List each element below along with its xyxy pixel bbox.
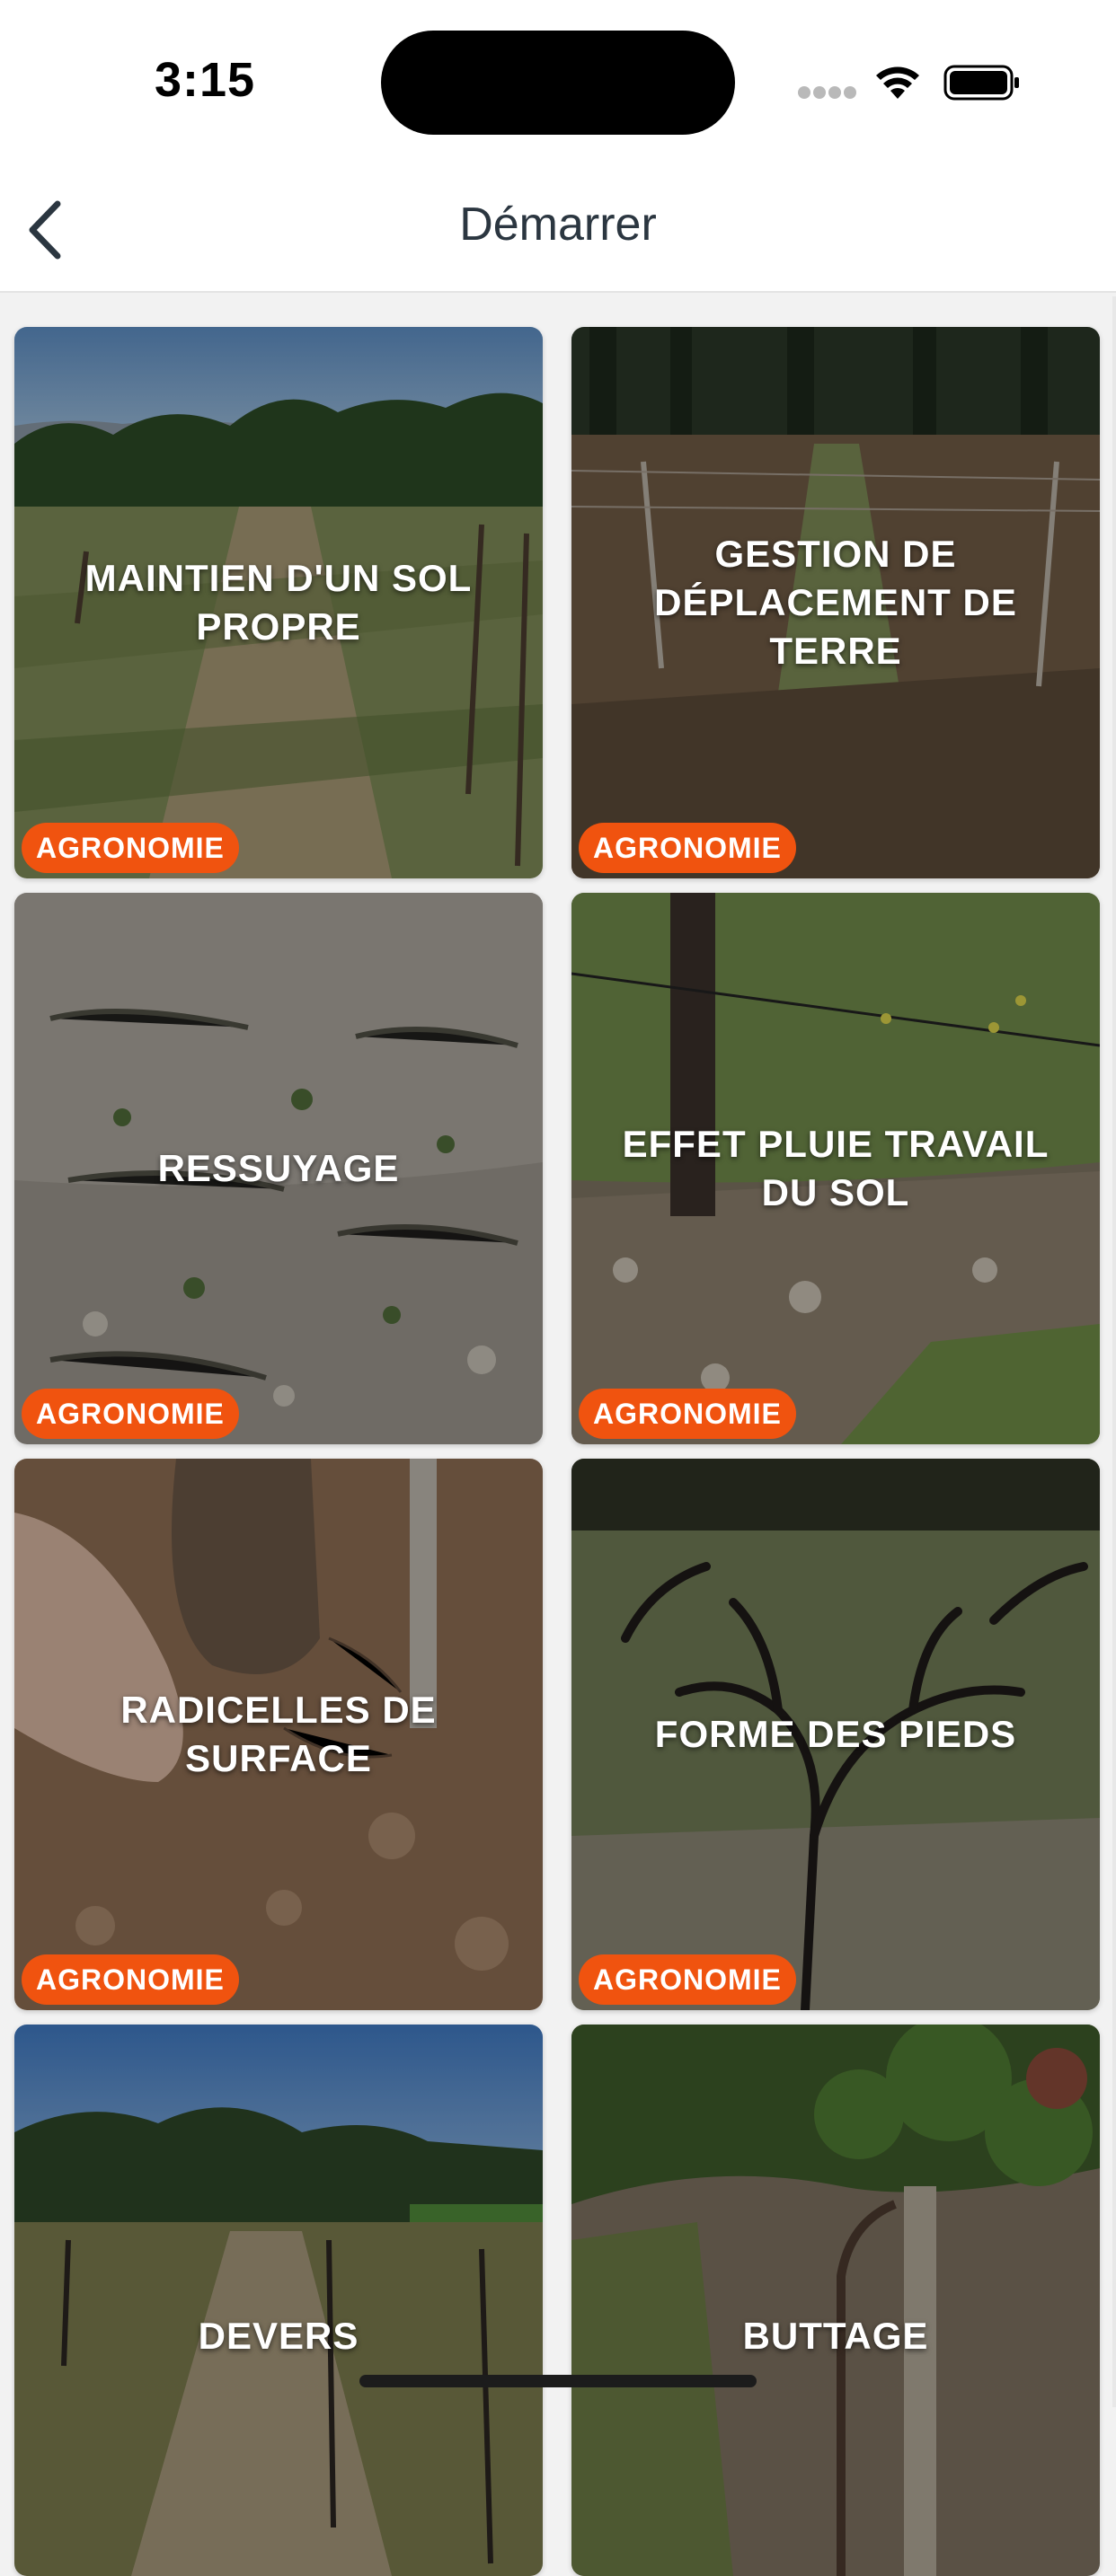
card-title: BUTTAGE: [742, 2315, 929, 2357]
topic-card-buttage[interactable]: BUTTAGE: [571, 2025, 1100, 2576]
category-badge: AGRONOMIE: [22, 1954, 239, 2005]
card-title: FORME DES PIEDS: [654, 1713, 1017, 1755]
category-badge: AGRONOMIE: [579, 823, 796, 873]
topic-card-deplacement-terre[interactable]: GESTION DE DÉPLACEMENT DE TERRE AGRONOMI…: [571, 327, 1100, 878]
card-title: RESSUYAGE: [157, 1147, 400, 1189]
cellular-signal-icon: [798, 86, 856, 101]
card-title: RADICELLES DE SURFACE: [120, 1689, 437, 1779]
topic-card-forme-pieds[interactable]: FORME DES PIEDS AGRONOMIE: [571, 1459, 1100, 2010]
category-badge: AGRONOMIE: [22, 1389, 239, 1439]
category-badge: AGRONOMIE: [22, 823, 239, 873]
card-title: EFFET PLUIE TRAVAIL DU SOL: [622, 1123, 1050, 1213]
topic-card-ressuyage[interactable]: RESSUYAGE AGRONOMIE: [14, 893, 543, 1444]
status-time: 3:15: [155, 53, 256, 107]
topic-card-radicelles[interactable]: RADICELLES DE SURFACE AGRONOMIE: [14, 1459, 543, 2010]
status-bar: 3:15: [0, 0, 1116, 162]
category-badge: AGRONOMIE: [579, 1389, 796, 1439]
navigation-bar: Démarrer: [0, 162, 1116, 293]
scroll-edge: [1112, 296, 1116, 2407]
card-title: MAINTIEN D'UN SOL PROPRE: [84, 557, 473, 648]
battery-icon: [943, 65, 1019, 101]
topic-card-devers[interactable]: DEVERS: [14, 2025, 543, 2576]
card-title: GESTION DE DÉPLACEMENT DE TERRE: [654, 533, 1017, 672]
topic-card-effet-pluie[interactable]: EFFET PLUIE TRAVAIL DU SOL AGRONOMIE: [571, 893, 1100, 1444]
wifi-icon: [876, 66, 919, 99]
home-indicator[interactable]: [359, 2375, 757, 2387]
topic-card-maintien-sol-propre[interactable]: MAINTIEN D'UN SOL PROPRE AGRONOMIE: [14, 327, 543, 878]
page-title: Démarrer: [459, 198, 657, 251]
dynamic-island: [381, 31, 735, 135]
card-title: DEVERS: [198, 2315, 359, 2357]
category-badge: AGRONOMIE: [579, 1954, 796, 2005]
